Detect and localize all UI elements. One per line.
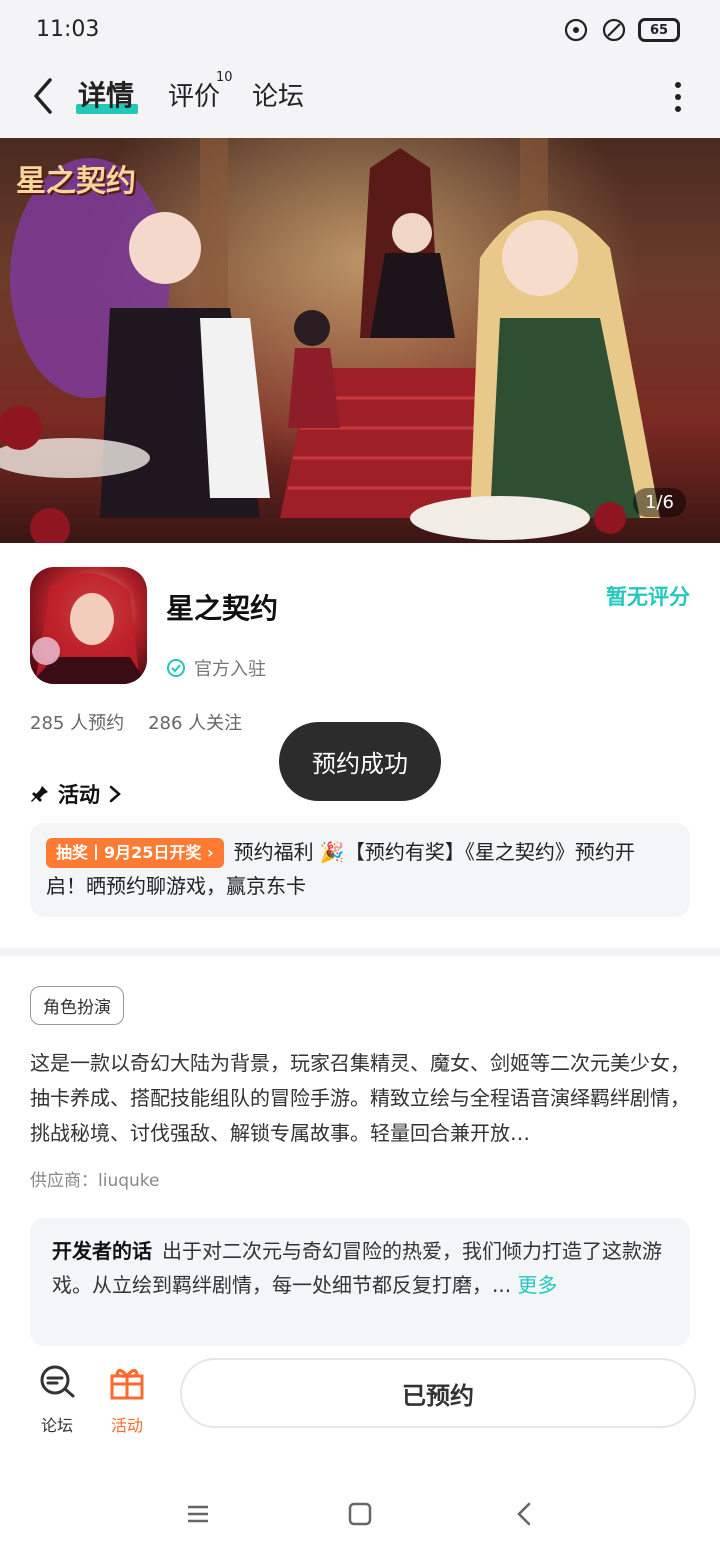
status-bar: 11:03 65 — [0, 0, 720, 62]
flower-notification-icon — [562, 16, 590, 44]
battery-icon: 65 — [638, 18, 680, 42]
recent-apps-icon[interactable] — [186, 1502, 210, 1526]
supplier-label: 供应商：liuquke — [30, 1171, 160, 1191]
genre-tag[interactable]: 角色扮演 — [30, 986, 124, 1025]
no-signal-icon — [600, 16, 628, 44]
gift-icon — [110, 1369, 144, 1400]
tab-forum[interactable]: 论坛 — [252, 76, 304, 113]
system-back-icon[interactable] — [514, 1502, 534, 1526]
verified-label: 官方入驻 — [194, 659, 266, 680]
verified-badge: 官方入驻 — [166, 655, 266, 681]
tab-detail[interactable]: 详情 — [78, 74, 134, 114]
bottom-forum-label: 论坛 — [40, 1416, 73, 1435]
description-section: 角色扮演 这是一款以奇幻大陆为背景，玩家召集精灵、魔女、剑姬等二次元美少女，抽卡… — [0, 956, 720, 1346]
chevron-right-icon — [109, 785, 121, 803]
bottom-activity-button[interactable]: 活动 — [102, 1362, 152, 1436]
section-divider — [0, 948, 720, 956]
lottery-tag-label: 抽奖丨9月25日开奖 — [56, 843, 202, 862]
app-icon — [30, 567, 147, 684]
activity-section-label: 活动 — [58, 783, 100, 807]
top-nav: 详情 评价 10 论坛 — [0, 62, 720, 138]
back-arrow-icon[interactable] — [28, 76, 60, 116]
game-description[interactable]: 这是一款以奇幻大陆为背景，玩家召集精灵、魔女、剑姬等二次元美少女，抽卡养成、搭配… — [30, 1046, 690, 1151]
banner-game-logo: 星之契约 — [16, 164, 136, 199]
lottery-tag[interactable]: 抽奖丨9月25日开奖 › — [46, 838, 224, 868]
rating-label: 暂无评分 — [606, 585, 690, 609]
activity-link[interactable]: 活动 — [30, 779, 122, 809]
carousel-counter: 1/6 — [633, 488, 686, 517]
status-icons: 65 — [562, 16, 680, 44]
more-link[interactable]: 更多 — [517, 1273, 557, 1297]
developer-note-title: 开发者的话 — [52, 1239, 152, 1263]
toast-message: 预约成功 — [279, 722, 441, 801]
home-icon[interactable] — [348, 1502, 372, 1526]
system-nav-bar — [0, 1472, 720, 1560]
review-count-badge: 10 — [216, 70, 233, 85]
stats-row: 285 人预约 286 人关注 — [30, 709, 242, 735]
verified-check-icon — [167, 659, 185, 677]
activity-card[interactable]: 抽奖丨9月25日开奖 › 预约福利 🎉【预约有奖】《星之契约》预约开启！晒预约聊游… — [30, 823, 690, 917]
bottom-forum-button[interactable]: 论坛 — [32, 1362, 82, 1436]
follower-count: 286 人关注 — [148, 713, 243, 734]
tab-reviews[interactable]: 评价 — [168, 76, 220, 113]
reservation-count: 285 人预约 — [30, 713, 125, 734]
banner-carousel[interactable]: 星之契约 1/6 — [0, 138, 720, 543]
reserved-button[interactable]: 已预约 — [180, 1358, 696, 1428]
pin-icon — [31, 786, 48, 802]
game-title: 星之契约 — [166, 592, 279, 625]
bottom-activity-label: 活动 — [110, 1416, 143, 1435]
status-time: 11:03 — [36, 17, 100, 42]
bottom-action-bar: 论坛 活动 已预约 — [0, 1346, 720, 1473]
forum-chat-icon — [40, 1365, 75, 1398]
more-options-icon[interactable] — [672, 82, 684, 112]
developer-note-card[interactable]: 开发者的话 出于对二次元与奇幻冒险的热爱，我们倾力打造了这款游戏。从立绘到羁绊剧情… — [30, 1218, 690, 1346]
